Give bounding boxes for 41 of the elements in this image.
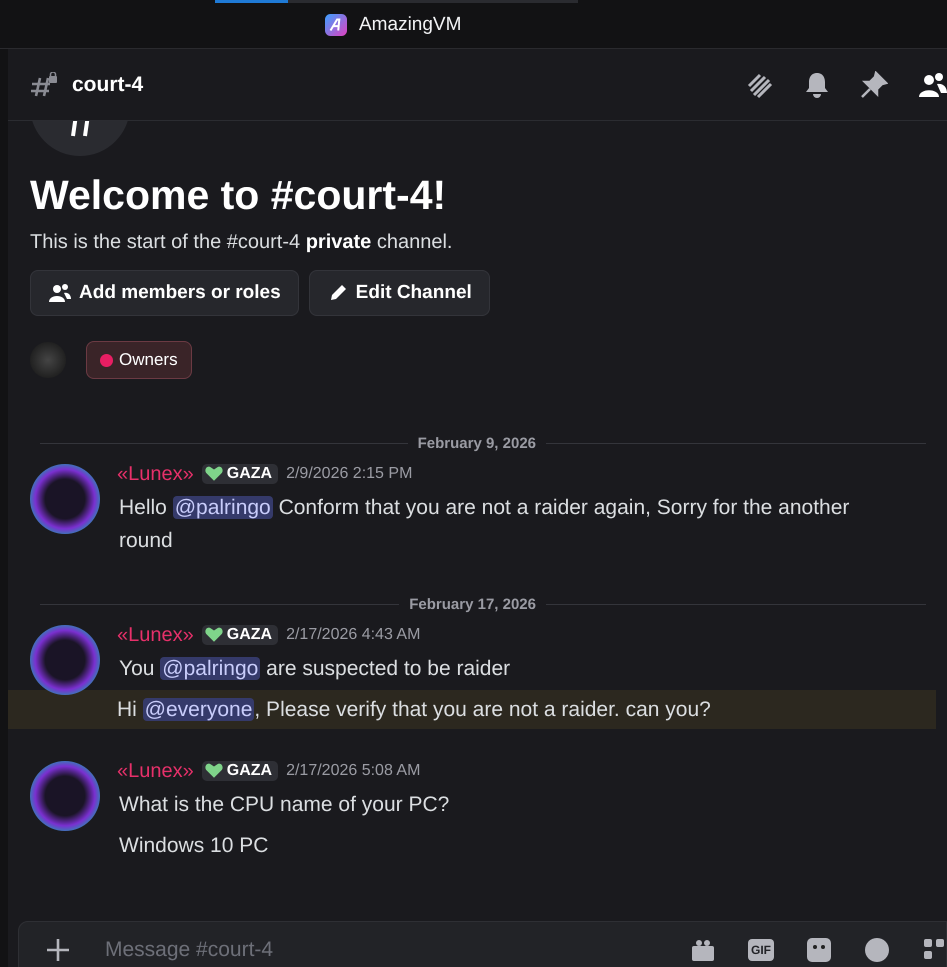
edit-channel-button[interactable]: Edit Channel [308, 270, 490, 316]
role-name: Owners [119, 350, 178, 370]
app-title: AmazingVM [359, 14, 462, 36]
timestamp: 2/9/2026 2:15 PM [286, 465, 412, 483]
mention-link[interactable]: @everyone [142, 698, 254, 721]
author-name[interactable]: «Lunex» [117, 624, 194, 646]
mention-link[interactable]: @palringo [160, 657, 260, 680]
message-input[interactable]: Message #court-4 GIF [18, 921, 947, 967]
welcome-text: This is the start of the #court-4 private channel. [30, 231, 454, 254]
heart-icon [204, 466, 223, 482]
date-divider: February 9, 2026 [418, 435, 536, 452]
welcome-title: Welcome to #court-4! [30, 172, 448, 219]
pin-icon[interactable] [860, 70, 888, 98]
gif-button[interactable]: GIF [748, 939, 774, 961]
message-text: Windows 10 PC [119, 834, 268, 857]
guild-tag[interactable]: GAZA [202, 464, 278, 484]
message-text: You @palringo are suspected to be raider [119, 657, 510, 680]
message-text: Hi @everyone, Please verify that you are not a raider. can you? [117, 698, 711, 721]
guild-tag[interactable]: GAZA [202, 761, 278, 781]
message-text: What is the CPU name of your PC? [119, 793, 450, 816]
add-members-button[interactable]: Add members or roles [30, 270, 299, 316]
bell-icon[interactable] [804, 70, 830, 98]
role-tag[interactable]: Owners [86, 341, 192, 379]
mention-link[interactable]: @palringo [172, 496, 273, 519]
channel-name: court-4 [72, 72, 144, 96]
app-logo-icon [325, 14, 347, 36]
date-divider: February 17, 2026 [409, 596, 536, 613]
heart-icon [204, 627, 223, 643]
members-icon[interactable] [918, 70, 947, 98]
members-icon [49, 283, 71, 303]
heart-icon [204, 763, 223, 779]
sticker-icon[interactable] [806, 937, 832, 963]
author-name[interactable]: «Lunex» [117, 760, 194, 782]
timestamp: 2/17/2026 4:43 AM [286, 626, 420, 644]
plus-icon[interactable] [45, 937, 71, 963]
avatar [30, 342, 66, 378]
timestamp: 2/17/2026 5:08 AM [286, 762, 420, 780]
message-text: Hello @palringo Conform that you are not a raider again, Sorry for the another round [119, 496, 850, 552]
author-name[interactable]: «Lunex» [117, 462, 194, 486]
gift-icon[interactable] [690, 938, 716, 962]
guild-tag[interactable]: GAZA [202, 625, 278, 645]
